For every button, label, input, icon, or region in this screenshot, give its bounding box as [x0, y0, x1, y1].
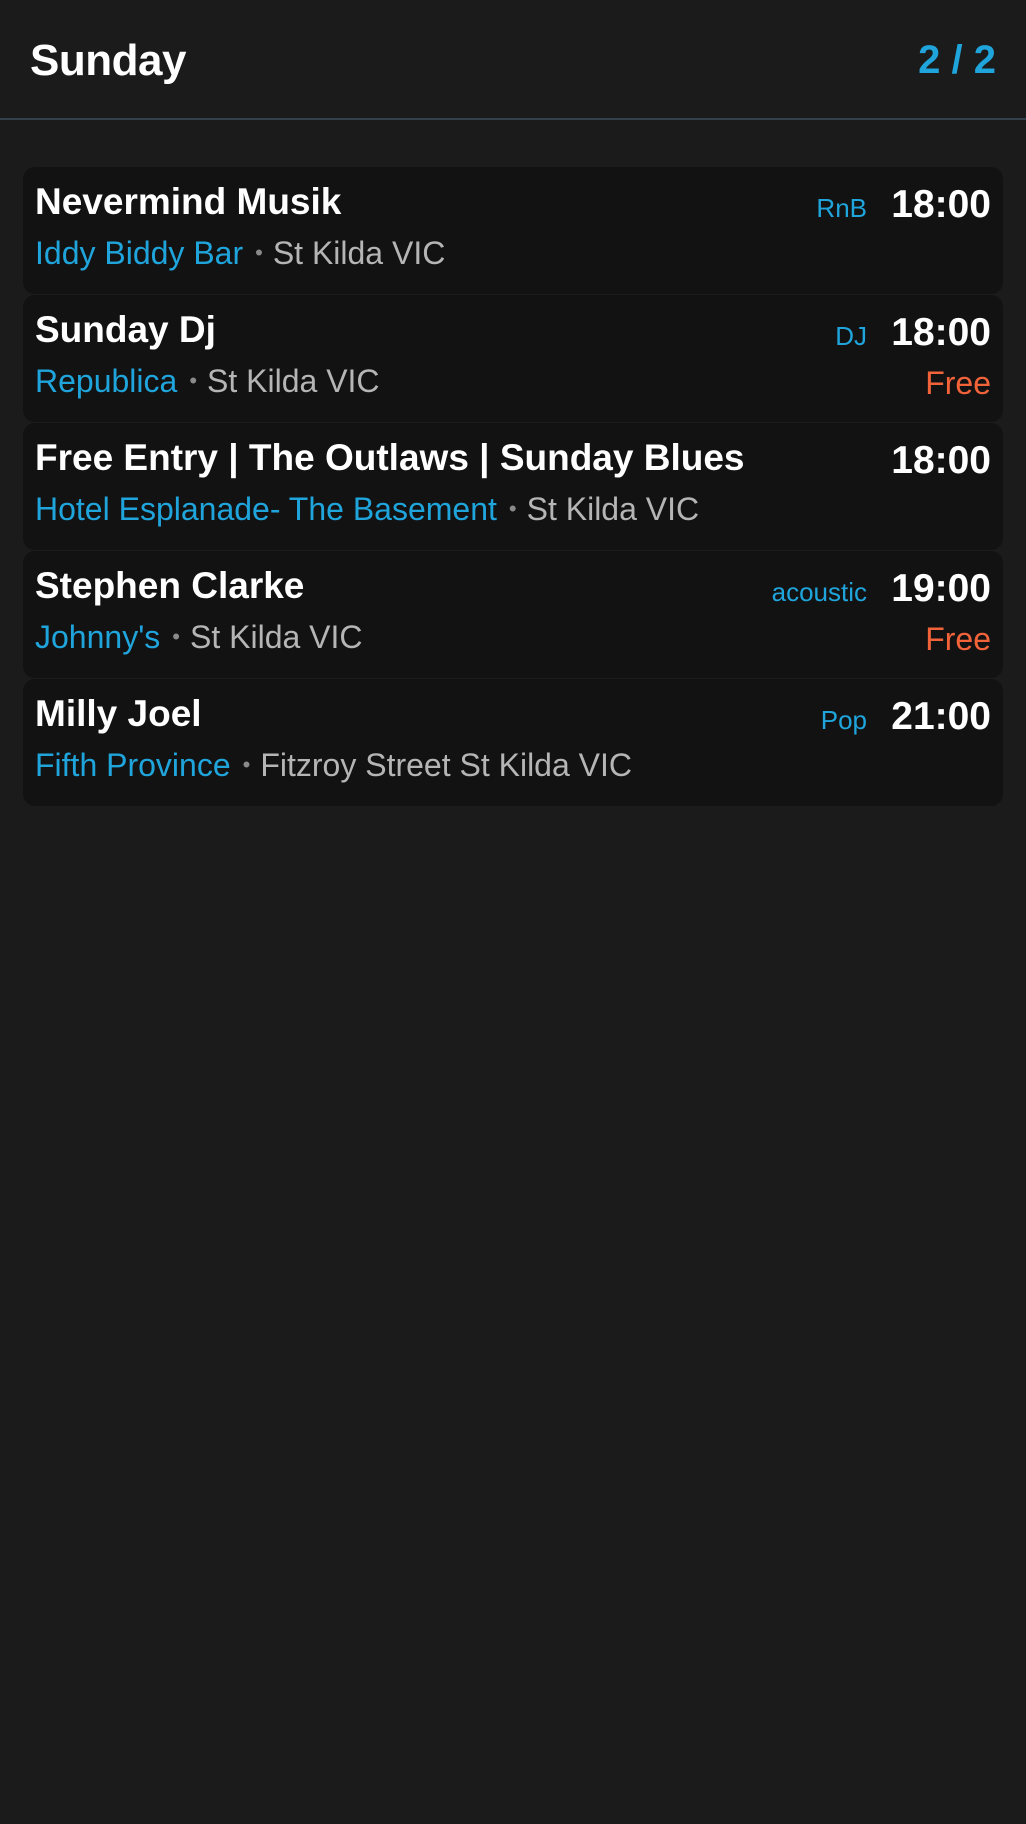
event-time: 21:00 — [891, 695, 991, 738]
event-price: Free — [925, 365, 991, 401]
venue-line: Fifth Province • Fitzroy Street St Kilda V… — [35, 747, 632, 784]
venue-line: Johnny's • St Kilda VIC — [35, 619, 363, 656]
event-name: Stephen Clarke — [35, 565, 305, 606]
separator-dot: • — [508, 496, 517, 521]
event-genre: Pop — [820, 705, 867, 735]
page-indicator[interactable]: 2 / 2 — [918, 38, 996, 83]
venue-location: St Kilda VIC — [190, 619, 363, 655]
separator-dot: • — [172, 624, 180, 649]
separator-dot: • — [189, 368, 198, 393]
venue-link[interactable]: Republica — [35, 363, 177, 399]
venue-link[interactable]: Hotel Esplanade- The Basement — [35, 491, 497, 527]
event-name: Milly Joel — [35, 693, 202, 734]
event-card[interactable]: Nevermind Musik RnB 18:00 Iddy Biddy Bar… — [23, 167, 1003, 294]
venue-location: St Kilda VIC — [207, 363, 380, 399]
separator-dot: • — [255, 240, 263, 265]
event-genre: DJ — [835, 321, 867, 351]
page-title: Sunday — [30, 36, 186, 85]
event-name: Nevermind Musik — [35, 181, 342, 222]
event-time: 18:00 — [891, 439, 991, 482]
venue-link[interactable]: Iddy Biddy Bar — [35, 235, 243, 271]
event-card[interactable]: Milly Joel Pop 21:00 Fifth Province • Fitz… — [23, 679, 1003, 806]
venue-location: Fitzroy Street St Kilda VIC — [260, 747, 632, 783]
venue-link[interactable]: Johnny's — [35, 619, 160, 655]
event-genre: acoustic — [771, 577, 867, 607]
event-time: 18:00 — [891, 311, 991, 354]
venue-line: Republica • St Kilda VIC — [35, 363, 380, 400]
event-card[interactable]: Free Entry | The Outlaws | Sunday Blues … — [23, 423, 1003, 550]
event-name: Free Entry | The Outlaws | Sunday Blues — [35, 437, 745, 478]
venue-location: St Kilda VIC — [272, 235, 446, 271]
venue-line: Iddy Biddy Bar • St Kilda VIC — [35, 235, 445, 272]
venue-link[interactable]: Fifth Province — [35, 747, 231, 783]
event-name: Sunday Dj — [35, 309, 216, 350]
event-card[interactable]: Stephen Clarke acoustic 19:00 Johnny's • S… — [23, 551, 1003, 678]
event-card[interactable]: Sunday Dj DJ 18:00 Republica • St Kilda VI… — [23, 295, 1003, 422]
event-time: 18:00 — [891, 183, 991, 226]
event-time: 19:00 — [891, 567, 991, 610]
event-genre: RnB — [816, 193, 867, 223]
event-price: Free — [925, 621, 991, 657]
venue-location: St Kilda VIC — [526, 491, 700, 527]
header-bar: Sunday 2 / 2 — [0, 0, 1026, 120]
venue-line: Hotel Esplanade- The Basement • St Kilda V… — [35, 491, 699, 528]
separator-dot: • — [242, 752, 251, 777]
event-list: Nevermind Musik RnB 18:00 Iddy Biddy Bar… — [23, 167, 1003, 807]
